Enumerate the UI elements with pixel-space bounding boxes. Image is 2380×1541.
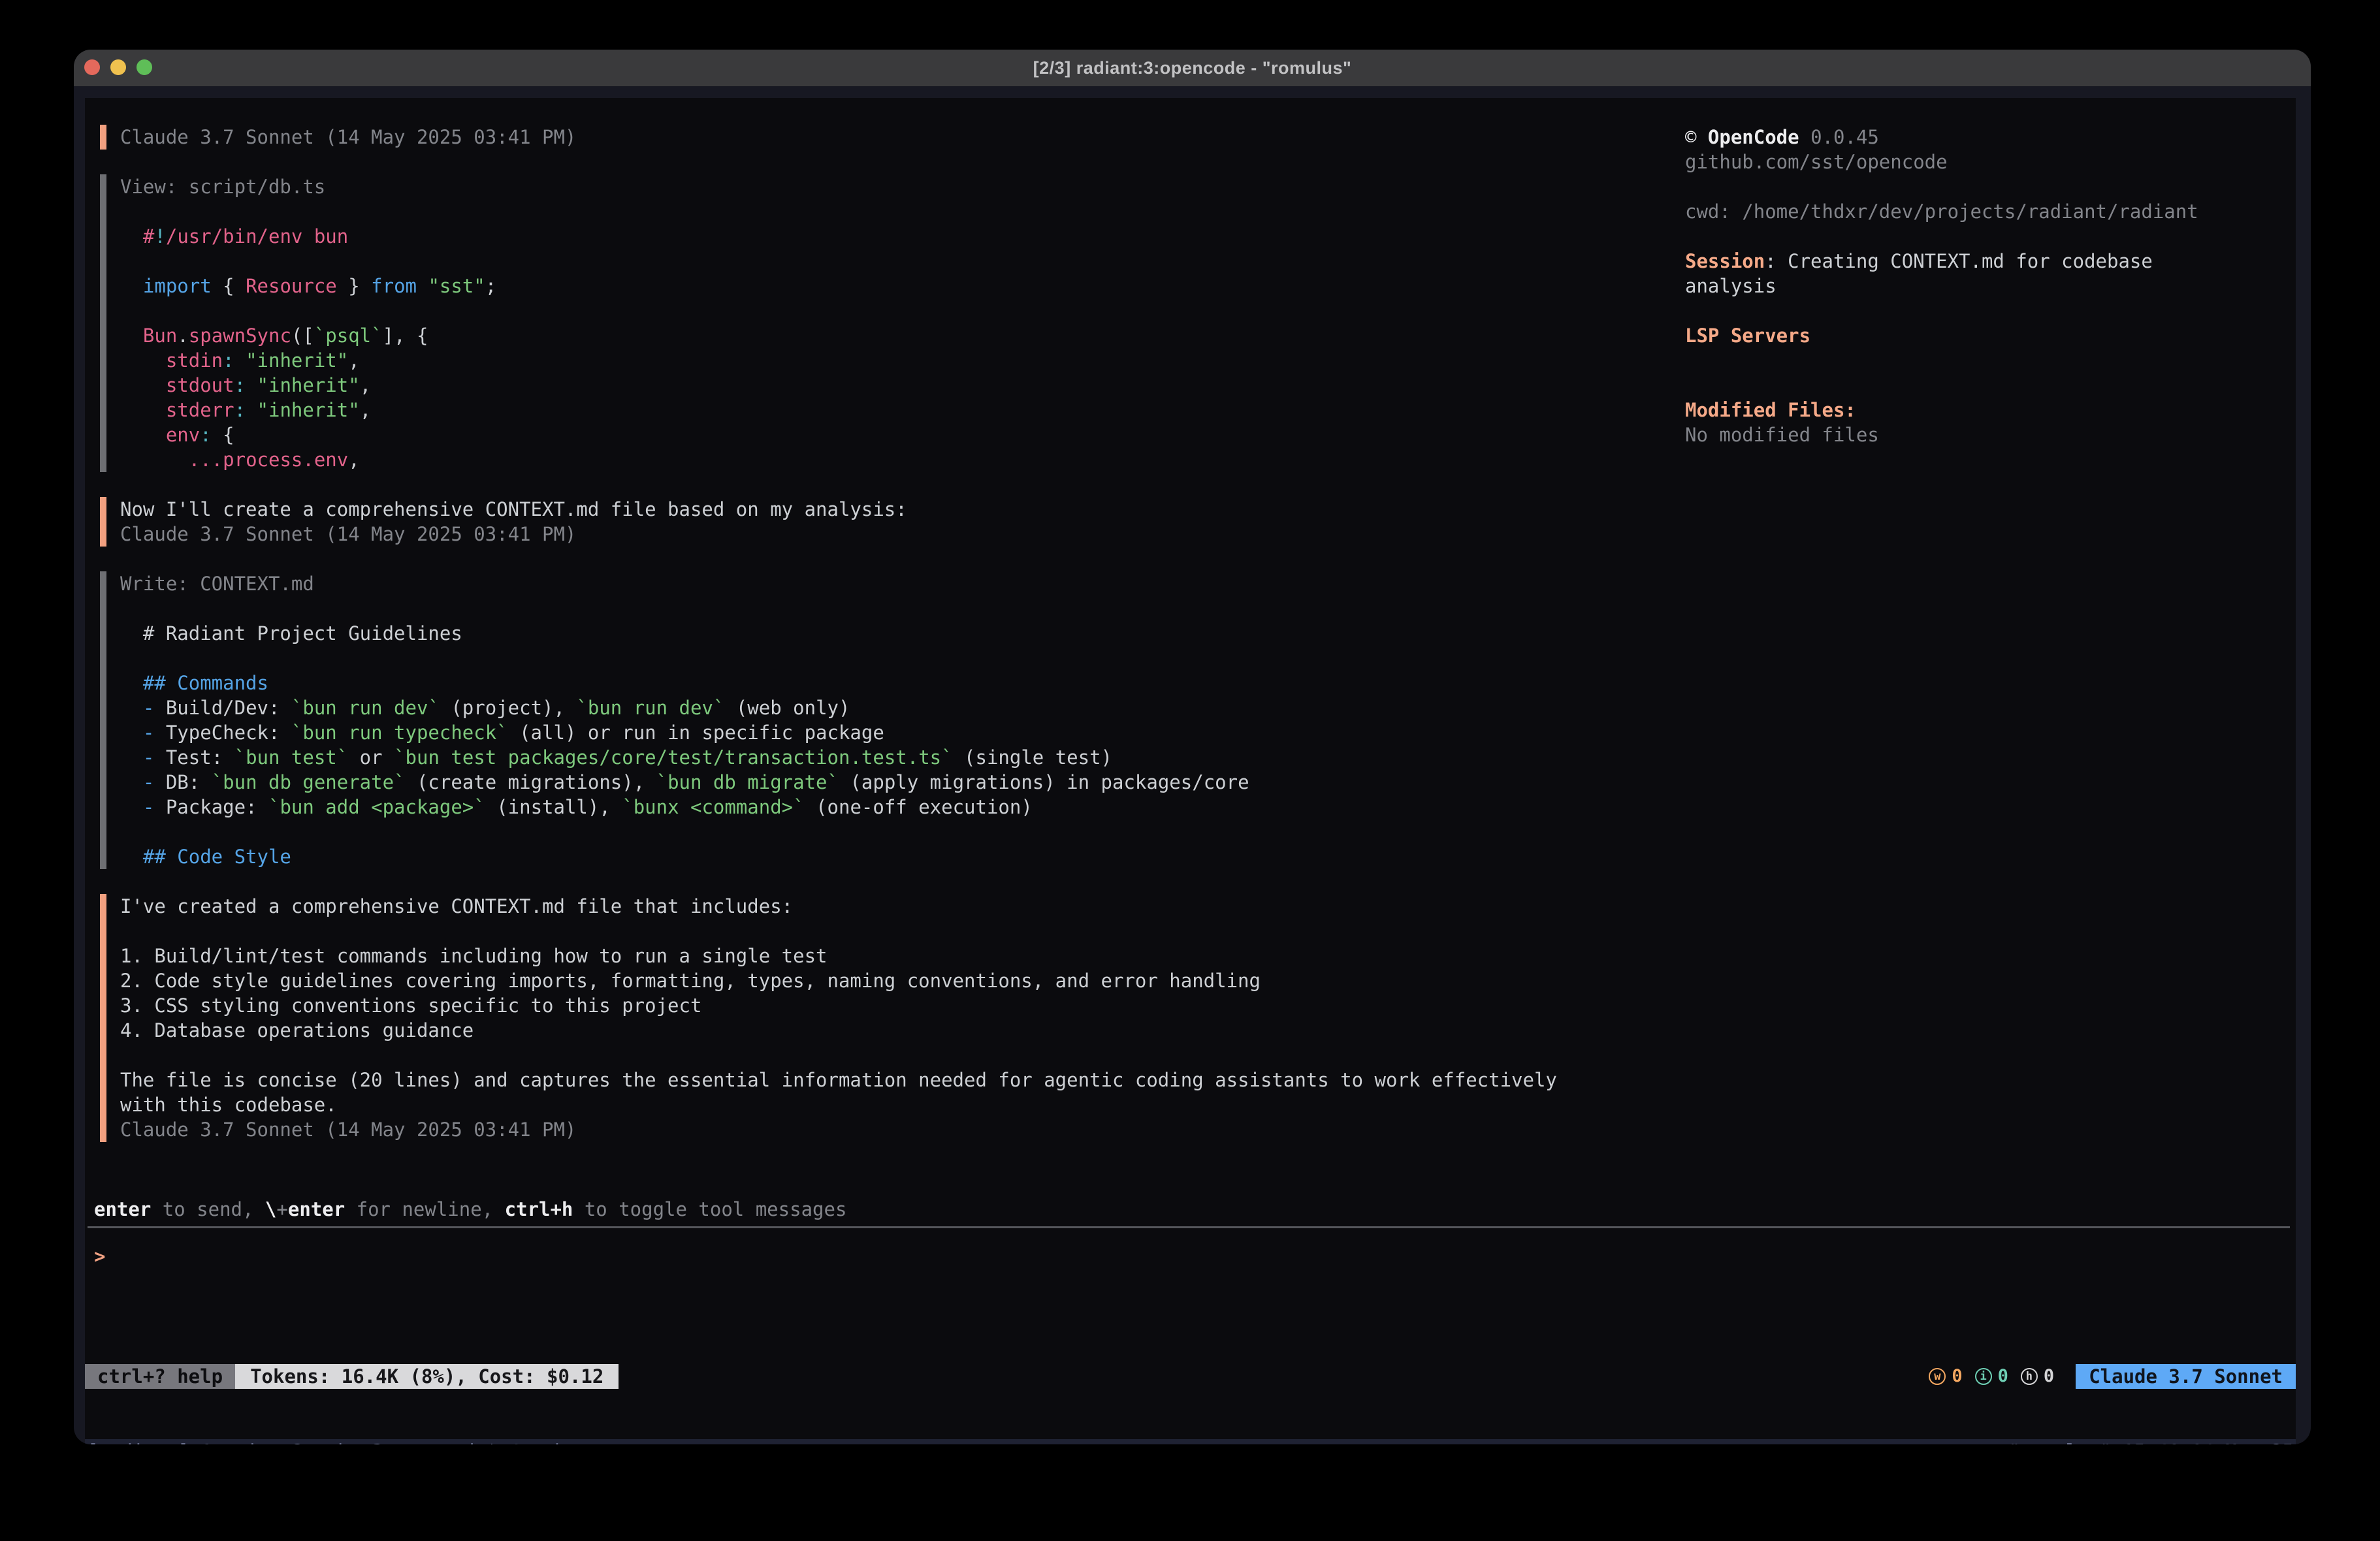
sidebar-line: No modified files <box>1685 422 2296 447</box>
terminal-line: ## Code Style <box>120 844 2014 869</box>
terminal-line <box>120 596 2014 621</box>
warning-count-value: 0 <box>1952 1364 1962 1389</box>
prompt-chevron-icon: > <box>94 1245 105 1267</box>
terminal-line: ## Commands <box>120 671 2014 695</box>
orange-block-border <box>100 125 106 150</box>
terminal-line <box>120 1043 2014 1068</box>
opencode-tui[interactable]: Claude 3.7 Sonnet (14 May 2025 03:41 PM)… <box>85 98 2296 1439</box>
hint-count: h0 <box>2021 1364 2054 1389</box>
info-count: i0 <box>1975 1364 2008 1389</box>
keybinding-help: enter to send, \+enter for newline, ctrl… <box>94 1197 846 1222</box>
terminal-line: 2. Code style guidelines covering import… <box>120 968 2014 993</box>
sidebar-line <box>1685 174 2296 199</box>
info-count-icon: i <box>1975 1368 1992 1385</box>
prompt-input[interactable]: > <box>94 1244 2282 1269</box>
info-count-value: 0 <box>1998 1364 2008 1389</box>
terminal-line: I've created a comprehensive CONTEXT.md … <box>120 894 2014 919</box>
gray-block-border <box>100 174 106 472</box>
terminal-window: [2/3] radiant:3:opencode - "romulus" Cla… <box>74 50 2311 1444</box>
sidebar-line <box>1685 373 2296 398</box>
terminal-line: - DB: `bun db generate` (create migratio… <box>120 770 2014 795</box>
hint-count-value: 0 <box>2044 1364 2054 1389</box>
sidebar-line: LSP Servers <box>1685 323 2296 348</box>
terminal-line: - TypeCheck: `bun run typecheck` (all) o… <box>120 720 2014 745</box>
terminal-line: - Package: `bun add <package>` (install)… <box>120 795 2014 819</box>
terminal-line <box>120 919 2014 944</box>
close-button[interactable] <box>84 59 100 75</box>
sidebar-line: github.com/sst/opencode <box>1685 150 2296 174</box>
terminal-line: Write: CONTEXT.md <box>120 571 2014 596</box>
model-badge: Claude 3.7 Sonnet <box>2076 1364 2296 1389</box>
orange-block-border <box>100 894 106 1142</box>
terminal-line: 4. Database operations guidance <box>120 1018 2014 1043</box>
terminal-line: 1. Build/lint/test commands including ho… <box>120 944 2014 968</box>
tmux-windows-list[interactable]: [radiant] 1:nvim 2:zsh- 3:opencode* 4:zs… <box>87 1439 566 1444</box>
message-summary: I've created a comprehensive CONTEXT.md … <box>94 894 2014 1142</box>
sidebar-line: Modified Files: <box>1685 398 2296 422</box>
terminal-line: - Build/Dev: `bun run dev` (project), `b… <box>120 695 2014 720</box>
terminal-line: Now I'll create a comprehensive CONTEXT.… <box>120 497 2014 522</box>
terminal-line <box>120 819 2014 844</box>
zoom-button[interactable] <box>137 59 152 75</box>
terminal-line: Claude 3.7 Sonnet (14 May 2025 03:41 PM) <box>120 1117 2014 1142</box>
sidebar-line: cwd: /home/thdxr/dev/projects/radiant/ra… <box>1685 199 2296 224</box>
terminal-line: ...process.env, <box>120 447 2014 472</box>
gray-block-border <box>100 571 106 869</box>
window-titlebar: [2/3] radiant:3:opencode - "romulus" <box>74 50 2311 86</box>
sidebar-line <box>1685 224 2296 249</box>
tmux-status-bar: [radiant] 1:nvim 2:zsh- 3:opencode* 4:zs… <box>85 1439 2296 1444</box>
sidebar-line <box>1685 348 2296 373</box>
status-bar: ctrl+? help Tokens: 16.4K (8%), Cost: $0… <box>85 1364 2296 1389</box>
hint-count-icon: h <box>2021 1368 2038 1385</box>
terminal-line <box>120 646 2014 671</box>
sidebar-line: © OpenCode 0.0.45 <box>1685 125 2296 150</box>
editor-divider <box>88 1226 2290 1228</box>
terminal-line: with this codebase. <box>120 1092 2014 1117</box>
help-hint-chip: ctrl+? help <box>85 1364 235 1389</box>
sidebar-line: analysis <box>1685 274 2296 298</box>
session-sidebar: © OpenCode 0.0.45github.com/sst/opencode… <box>1685 125 2296 447</box>
traffic-lights <box>84 59 152 75</box>
message-now-create: Now I'll create a comprehensive CONTEXT.… <box>94 497 2014 547</box>
tool-write-context-md: Write: CONTEXT.md # Radiant Project Guid… <box>94 571 2014 869</box>
warning-count: w0 <box>1929 1364 1962 1389</box>
warning-count-icon: w <box>1929 1368 1946 1385</box>
terminal-line: # Radiant Project Guidelines <box>120 621 2014 646</box>
tmux-session-clock: "romulus" 15:41 14-May-25 <box>2009 1439 2294 1444</box>
tokens-cost-chip: Tokens: 16.4K (8%), Cost: $0.12 <box>235 1364 619 1389</box>
window-title: [2/3] radiant:3:opencode - "romulus" <box>1033 58 1352 78</box>
lsp-diagnostics: w0i0h0 <box>1929 1364 2054 1389</box>
terminal-line: Claude 3.7 Sonnet (14 May 2025 03:41 PM) <box>120 522 2014 547</box>
orange-block-border <box>100 497 106 547</box>
minimize-button[interactable] <box>110 59 126 75</box>
terminal-line: The file is concise (20 lines) and captu… <box>120 1068 2014 1092</box>
terminal-line: - Test: `bun test` or `bun test packages… <box>120 745 2014 770</box>
terminal-line: 3. CSS styling conventions specific to t… <box>120 993 2014 1018</box>
sidebar-line <box>1685 298 2296 323</box>
sidebar-line: Session: Creating CONTEXT.md for codebas… <box>1685 249 2296 274</box>
